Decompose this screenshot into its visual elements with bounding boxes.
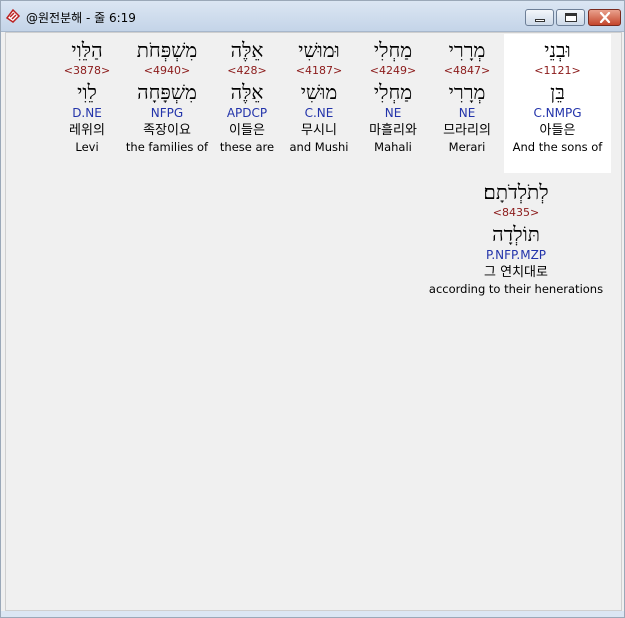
- strongs-number[interactable]: <8435>: [426, 205, 606, 221]
- korean-gloss: 마흘리와: [369, 123, 417, 138]
- korean-gloss: 무시니: [301, 123, 337, 138]
- minimize-button[interactable]: [525, 9, 554, 26]
- morphology-code: NE: [384, 106, 402, 120]
- lemma-word: מְרָרִי: [448, 80, 486, 104]
- english-gloss: and Mushi: [289, 140, 349, 154]
- korean-gloss: 이들은: [229, 123, 265, 138]
- strongs-number[interactable]: <4187>: [282, 63, 356, 79]
- english-gloss: Merari: [448, 140, 486, 154]
- english-gloss: according to their henerations: [428, 282, 604, 296]
- strongs-number[interactable]: <4940>: [120, 63, 214, 79]
- korean-gloss: 므라리의: [443, 123, 491, 138]
- strongs-number[interactable]: <428>: [210, 63, 284, 79]
- lemma-word: תּוֹלְדָה: [492, 222, 540, 246]
- close-icon: [599, 12, 611, 23]
- window-title: @원전분해 - 줄 6:19: [26, 11, 136, 25]
- lemma-word: מוּשִׁי: [300, 80, 338, 104]
- morphology-code: C.NE: [304, 106, 334, 120]
- morphology-code: APDCP: [226, 106, 268, 120]
- interlinear-word[interactable]: הַלֵּוִי <3878> לֵוִי D.NE 레위의 Levi: [52, 37, 122, 154]
- hebrew-word: לְתֹלְדֹתָם׃: [483, 180, 549, 204]
- korean-gloss: 레위의: [69, 123, 105, 138]
- status-bar: [1, 611, 624, 617]
- maximize-button[interactable]: [556, 9, 585, 26]
- morphology-code: D.NE: [72, 106, 102, 120]
- lemma-word: מִשְׁפָּחָה: [137, 80, 197, 104]
- interlinear-word[interactable]: וּבְנֵי <1121> בֵּן C.NMPG 아들은 And the s…: [504, 34, 611, 173]
- app-window: @원전분해 - 줄 6:19 וּבְנֵי <1121> בֵּן C.NMP…: [0, 0, 625, 618]
- lemma-word: בֵּן: [550, 80, 565, 104]
- hebrew-word: מִשְׁפְּחֹת: [136, 38, 198, 62]
- interlinear-word[interactable]: מְרָרִי <4847> מְרָרִי NE 므라리의 Merari: [430, 37, 504, 154]
- morphology-code: NE: [458, 106, 476, 120]
- app-icon[interactable]: [5, 8, 21, 24]
- hebrew-word: מְרָרִי: [448, 38, 486, 62]
- strongs-number[interactable]: <1121>: [504, 63, 611, 79]
- korean-gloss: 아들은: [539, 123, 576, 138]
- interlinear-word[interactable]: וּמוּשִׁי <4187> מוּשִׁי C.NE 무시니 and Mu…: [282, 37, 356, 154]
- hebrew-word: מַחְלִי: [373, 38, 413, 62]
- strongs-number[interactable]: <4847>: [430, 63, 504, 79]
- hebrew-word: הַלֵּוִי: [71, 38, 103, 62]
- english-gloss: Mahali: [374, 140, 412, 154]
- english-gloss: And the sons of: [512, 140, 603, 154]
- lemma-word: לֵוִי: [77, 80, 97, 104]
- lemma-word: מַחְלִי: [373, 80, 413, 104]
- hebrew-word: וּמוּשִׁי: [298, 38, 340, 62]
- hebrew-word: אֵלֶּה: [230, 38, 264, 62]
- interlinear-word[interactable]: לְתֹלְדֹתָם׃ <8435> תּוֹלְדָה P.NFP.MZP …: [426, 179, 606, 296]
- title-bar[interactable]: @원전분해 - 줄 6:19: [1, 1, 624, 32]
- english-gloss: the families of: [125, 140, 209, 154]
- hebrew-word: וּבְנֵי: [544, 38, 571, 62]
- strongs-number[interactable]: <4249>: [356, 63, 430, 79]
- interlinear-word[interactable]: מִשְׁפְּחֹת <4940> מִשְׁפָּחָה NFPG 족장이요…: [120, 37, 214, 154]
- morphology-code: NFPG: [150, 106, 184, 120]
- interlinear-word[interactable]: מַחְלִי <4249> מַחְלִי NE 마흘리와 Mahali: [356, 37, 430, 154]
- close-button[interactable]: [588, 9, 621, 26]
- morphology-code: C.NMPG: [533, 106, 582, 120]
- korean-gloss: 그 연치대로: [484, 265, 548, 280]
- korean-gloss: 족장이요: [143, 123, 191, 138]
- strongs-number[interactable]: <3878>: [52, 63, 122, 79]
- interlinear-word[interactable]: אֵלֶּה <428> אֵלֶּה APDCP 이들은 these are: [210, 37, 284, 154]
- english-gloss: these are: [219, 140, 275, 154]
- lemma-word: אֵלֶּה: [230, 80, 264, 104]
- interlinear-view: וּבְנֵי <1121> בֵּן C.NMPG 아들은 And the s…: [5, 32, 622, 611]
- english-gloss: Levi: [75, 140, 99, 154]
- morphology-code: P.NFP.MZP: [485, 248, 547, 262]
